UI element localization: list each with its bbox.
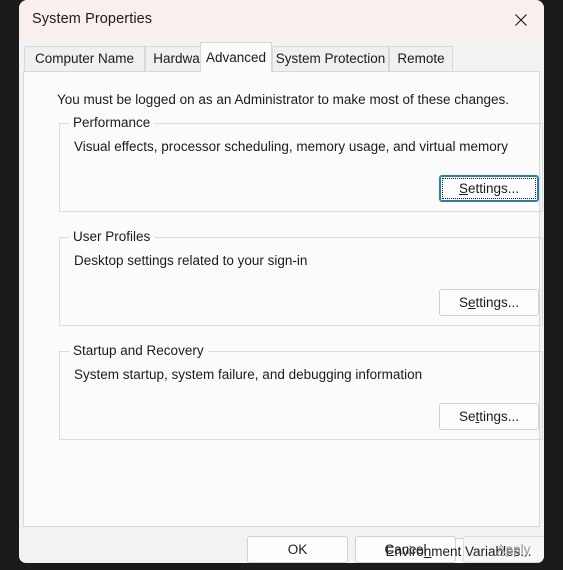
cancel-label: Cancel [384,542,427,557]
window-title: System Properties [32,11,153,27]
advanced-tab-panel: You must be logged on as an Administrato… [23,71,543,563]
apply-label: Apply [496,542,531,557]
startup-recovery-group: Startup and Recovery System startup, sys… [59,343,543,440]
tab-advanced[interactable]: Advanced [200,42,272,73]
administrator-note: You must be logged on as an Administrato… [57,92,510,107]
performance-group-label: Performance [69,115,155,130]
user-profiles-settings-button[interactable]: Settings... [439,289,539,316]
user-profiles-group: User Profiles Desktop settings related t… [59,229,543,326]
close-glyph [515,14,527,26]
user-profiles-settings-label: Settings... [458,295,520,310]
performance-description: Visual effects, processor scheduling, me… [74,139,508,154]
user-profiles-group-label: User Profiles [69,229,155,244]
system-properties-dialog: System Properties Computer Name Hardware… [19,0,544,563]
startup-recovery-description: System startup, system failure, and debu… [74,367,423,382]
startup-recovery-settings-button[interactable]: Settings... [439,403,539,430]
performance-settings-button[interactable]: Settings... [439,175,539,202]
ok-button[interactable]: OK [247,536,348,563]
performance-settings-label: Settings... [458,181,520,196]
startup-recovery-group-label: Startup and Recovery [69,343,208,358]
tab-strip: Computer Name Hardware Advanced System P… [19,40,544,73]
user-profiles-description: Desktop settings related to your sign-in [74,253,308,268]
tab-system-protection[interactable]: System Protection [272,46,389,72]
title-bar: System Properties [19,0,544,40]
tab-computer-name[interactable]: Computer Name [24,46,145,72]
performance-group: Performance Visual effects, processor sc… [59,115,543,212]
ok-label: OK [287,542,308,557]
tab-remote[interactable]: Remote [389,46,453,72]
startup-recovery-settings-label: Settings... [458,409,520,424]
close-icon[interactable] [498,0,544,40]
